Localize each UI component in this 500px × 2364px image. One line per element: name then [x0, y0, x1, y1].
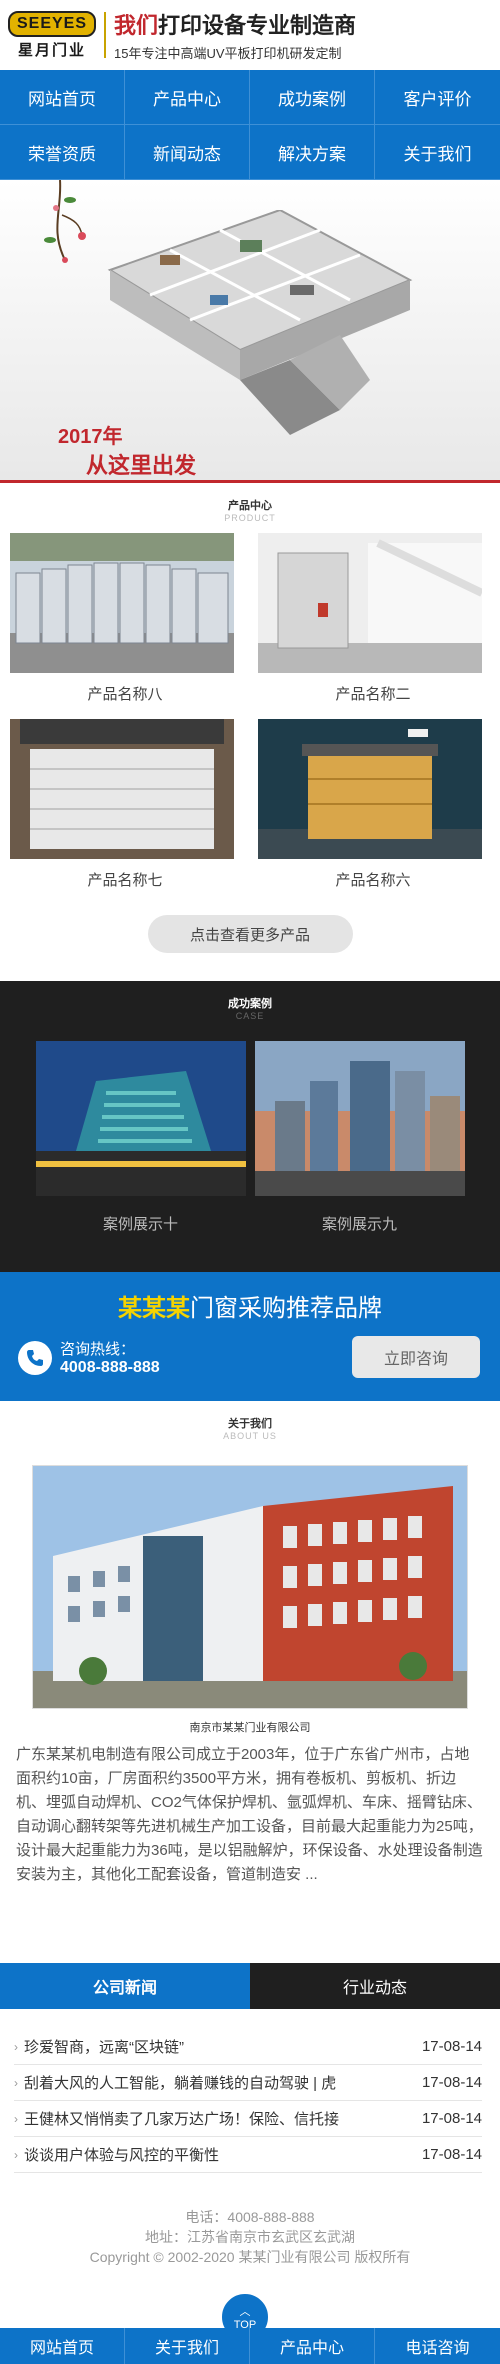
hero-banner[interactable]: 2017年 从这里出发: [0, 180, 500, 483]
logo-subtitle: 星月门业: [17, 41, 86, 59]
news-title: 刮着大风的人工智能，躺着赚钱的自动驾驶 | 虎: [24, 2075, 337, 2092]
news-item[interactable]: › 珍爱智商，远离“区块链” 17-08-14: [14, 2029, 482, 2065]
hotline-number: 4008-888-888: [60, 1359, 160, 1376]
nav-item-home[interactable]: 网站首页: [0, 70, 125, 125]
case-card[interactable]: 案例展示十: [35, 1041, 246, 1234]
bottom-nav-products[interactable]: 产品中心: [250, 2328, 375, 2364]
product-card[interactable]: 产品名称七: [10, 719, 240, 893]
product-image-retractable-gate: [10, 533, 234, 673]
product-grid: 产品名称八 产品名称二 产品名称七 产品名称六: [0, 523, 500, 893]
news-tabs: 公司新闻 行业动态: [0, 1963, 500, 2009]
site-footer: 电话：4008-888-888 地址：江苏省南京市玄武区玄武湖 Copyrigh…: [0, 2207, 500, 2267]
hotline-phone-text: 咨询热线： 4008-888-888: [60, 1338, 160, 1377]
products-subtitle: PRODUCT: [224, 513, 276, 523]
hotline-brand: 某某某: [118, 1295, 190, 1322]
news-item[interactable]: › 谈谈用户体验与风控的平衡性 17-08-14: [14, 2137, 482, 2173]
phone-icon: [18, 1340, 52, 1375]
footer-phone: 电话：4008-888-888: [185, 2209, 315, 2225]
headline-text: 打印设备专业制造商: [158, 13, 357, 38]
bottom-nav-home[interactable]: 网站首页: [0, 2328, 125, 2364]
cases-section: 成功案例 CASE 案例展示十 案例展示九: [0, 981, 500, 1272]
main-nav: 网站首页 产品中心 成功案例 客户评价 荣誉资质 新闻动态 解决方案 关于我们: [0, 70, 500, 180]
case-card[interactable]: 案例展示九: [254, 1041, 465, 1234]
consult-now-button[interactable]: 立即咨询: [352, 1336, 480, 1378]
header-subline: 15年专注中高端UV平板打印机研发定制: [114, 46, 342, 61]
product-name: 产品名称六: [335, 872, 411, 889]
hotline-banner: 某某某门窗采购推荐品牌 咨询热线： 4008-888-888 立即咨询: [0, 1272, 500, 1401]
product-image-roller-door: [258, 533, 482, 673]
bottom-nav-about[interactable]: 关于我们: [125, 2328, 250, 2364]
site-header: SEEYES 星月门业 我们打印设备专业制造商 15年专注中高端UV平板打印机研…: [0, 0, 500, 70]
cases-section-title: 成功案例 CASE: [0, 981, 500, 1021]
nav-item-products[interactable]: 产品中心: [125, 70, 250, 125]
nav-item-about[interactable]: 关于我们: [375, 125, 500, 180]
header-tagline: 我们打印设备专业制造商 15年专注中高端UV平板打印机研发定制: [114, 8, 356, 62]
product-name: 产品名称二: [335, 686, 411, 703]
case-name: 案例展示十: [102, 1216, 178, 1233]
news-item[interactable]: › 王健林又悄悄卖了几家万达广场！保险、信托接 17-08-14: [14, 2101, 482, 2137]
news-date: 17-08-14: [421, 2074, 482, 2091]
bottom-nav-call[interactable]: 电话咨询: [375, 2328, 500, 2364]
news-title: 王健林又悄悄卖了几家万达广场！保险、信托接: [24, 2111, 340, 2128]
product-image-fast-door: [258, 719, 482, 859]
chevron-right-icon: ›: [14, 2147, 18, 2162]
nav-item-news[interactable]: 新闻动态: [125, 125, 250, 180]
about-company-building-image[interactable]: [32, 1465, 468, 1709]
hotline-title: 某某某门窗采购推荐品牌: [0, 1272, 500, 1323]
hotline-title-text: 门窗采购推荐品牌: [190, 1295, 382, 1322]
site-logo[interactable]: SEEYES 星月门业: [8, 10, 96, 59]
nav-item-cases[interactable]: 成功案例: [250, 70, 375, 125]
hotline-phone[interactable]: 咨询热线： 4008-888-888: [18, 1338, 160, 1377]
header-divider: [104, 12, 106, 58]
logo-wordmark: SEEYES: [8, 10, 96, 37]
product-card[interactable]: 产品名称六: [258, 719, 488, 893]
more-products-button[interactable]: 点击查看更多产品: [147, 915, 353, 953]
news-title: 谈谈用户体验与风控的平衡性: [24, 2147, 220, 2164]
banner-slogan: 从这里出发: [86, 453, 197, 478]
product-image-garage-door: [10, 719, 234, 859]
product-card[interactable]: 产品名称二: [258, 533, 488, 707]
about-title: 关于我们: [228, 1418, 272, 1430]
floorplan-illustration: [107, 210, 413, 435]
news-item[interactable]: › 刮着大风的人工智能，躺着赚钱的自动驾驶 | 虎 17-08-14: [14, 2065, 482, 2101]
bottom-nav-bar: 网站首页 关于我们 产品中心 电话咨询: [0, 2328, 500, 2364]
cases-subtitle: CASE: [235, 1011, 265, 1021]
products-section-title: 产品中心 PRODUCT: [0, 483, 500, 523]
about-caption: 南京市某某门业有限公司: [189, 1722, 311, 1734]
news-title: 珍爱智商，远离“区块链”: [24, 2039, 184, 2056]
banner-year: 2017年: [58, 426, 123, 448]
case-image-city-towers: [254, 1041, 465, 1196]
about-section-title: 关于我们 ABOUT US: [0, 1401, 500, 1441]
nav-item-reviews[interactable]: 客户评价: [375, 70, 500, 125]
chevron-right-icon: ›: [14, 2111, 18, 2126]
case-image-hotel-night: [35, 1041, 246, 1196]
plum-branch-decoration: [44, 180, 86, 263]
chevron-right-icon: ›: [14, 2075, 18, 2090]
product-name: 产品名称七: [87, 872, 163, 889]
news-date: 17-08-14: [421, 2038, 482, 2055]
about-description: 广东某某机电制造有限公司成立于2003年，位于广东省广州市，占地面积约10亩，厂…: [16, 1746, 483, 1883]
chevron-right-icon: ›: [14, 2039, 18, 2054]
news-list: › 珍爱智商，远离“区块链” 17-08-14 › 刮着大风的人工智能，躺着赚钱…: [0, 2009, 500, 2173]
headline: 我们打印设备专业制造商: [114, 8, 356, 40]
case-name: 案例展示九: [321, 1216, 397, 1233]
products-title: 产品中心: [228, 500, 272, 512]
tab-industry-news[interactable]: 行业动态: [250, 1963, 500, 2009]
footer-copyright: Copyright © 2002-2020 某某门业有限公司 版权所有: [89, 2249, 411, 2265]
footer-address: 地址：江苏省南京市玄武区玄武湖: [145, 2229, 355, 2245]
about-subtitle: ABOUT US: [223, 1431, 277, 1441]
product-name: 产品名称八: [87, 686, 163, 703]
chevron-up-icon: ︿: [239, 2306, 251, 2318]
hotline-label: 咨询热线：: [60, 1341, 136, 1358]
headline-highlight: 我们: [114, 13, 159, 38]
nav-item-solutions[interactable]: 解决方案: [250, 125, 375, 180]
news-date: 17-08-14: [421, 2146, 482, 2163]
news-date: 17-08-14: [421, 2110, 482, 2127]
tab-company-news[interactable]: 公司新闻: [0, 1963, 250, 2009]
cases-title: 成功案例: [228, 998, 272, 1010]
case-grid: 案例展示十 案例展示九: [0, 1041, 500, 1234]
nav-item-honors[interactable]: 荣誉资质: [0, 125, 125, 180]
product-card[interactable]: 产品名称八: [10, 533, 240, 707]
